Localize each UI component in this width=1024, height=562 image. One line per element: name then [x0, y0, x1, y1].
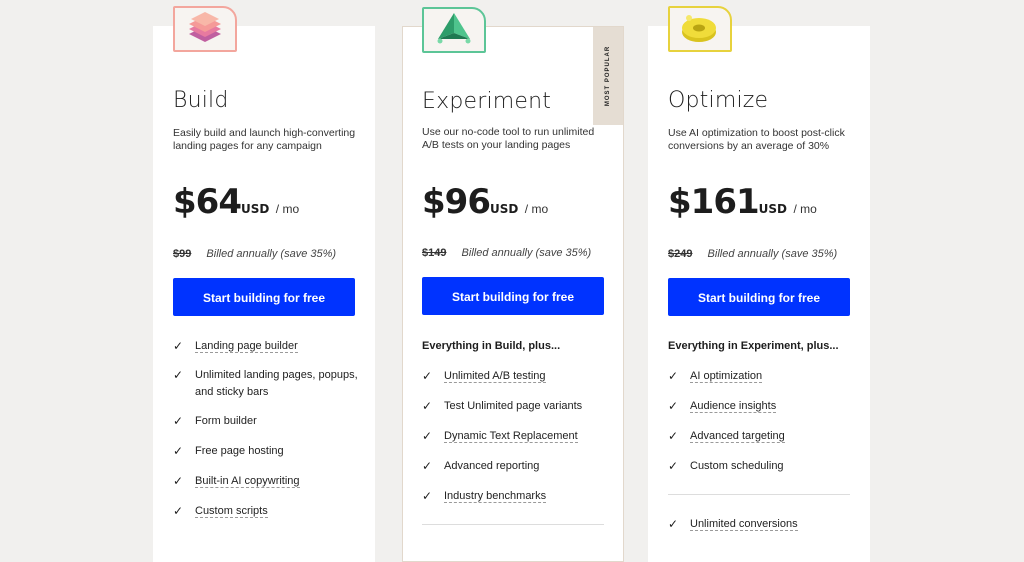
plan-description: Use AI optimization to boost post-click … — [668, 127, 845, 152]
list-item: ✓ AI optimization — [668, 368, 858, 385]
feature-text: Custom scheduling — [690, 460, 784, 472]
currency-label: USD — [489, 202, 519, 216]
feature-link[interactable]: Landing page builder — [195, 340, 298, 353]
billing-note: Billed annually (save 35%) — [461, 247, 592, 259]
list-item: ✓ Free page hosting — [173, 443, 363, 460]
check-icon: ✓ — [668, 399, 679, 413]
check-icon: ✓ — [173, 414, 184, 428]
original-price: $249 — [668, 248, 693, 260]
check-icon: ✓ — [668, 369, 679, 383]
plan-intro: Everything in Experiment, plus... — [668, 340, 839, 352]
feature-list-extra: ✓ Unlimited conversions — [668, 516, 858, 533]
check-icon: ✓ — [173, 368, 184, 382]
most-popular-badge: MOST POPULAR — [593, 27, 623, 125]
currency-label: USD — [758, 202, 787, 216]
list-item: ✓ Unlimited conversions — [668, 516, 858, 533]
plan-name: Optimize — [668, 88, 769, 113]
list-item: ✓ Built-in AI copywriting — [173, 473, 363, 490]
period-label: / mo — [793, 202, 817, 216]
list-item: ✓ Dynamic Text Replacement — [422, 428, 612, 445]
divider — [668, 494, 850, 495]
billing-row: $149 Billed annually (save 35%) — [422, 247, 591, 259]
plan-card-build: Build Easily build and launch high-conve… — [153, 6, 375, 562]
check-icon: ✓ — [422, 369, 433, 383]
check-icon: ✓ — [173, 339, 184, 353]
feature-link[interactable]: Custom scripts — [195, 505, 268, 518]
divider — [422, 524, 604, 525]
start-building-button[interactable]: Start building for free — [173, 278, 355, 316]
feature-text: Advanced reporting — [444, 460, 540, 472]
price-row: $64USD / mo — [173, 182, 299, 222]
list-item: ✓ Landing page builder — [173, 338, 363, 355]
check-icon: ✓ — [173, 504, 184, 518]
plan-card-optimize: Optimize Use AI optimization to boost po… — [648, 6, 870, 562]
feature-text: Form builder — [195, 415, 257, 427]
billing-row: $249 Billed annually (save 35%) — [668, 248, 837, 260]
plan-card-experiment: MOST POPULAR Experiment Use our no-code … — [402, 7, 624, 562]
price-row: $96USD / mo — [422, 182, 548, 222]
feature-list: ✓ AI optimization ✓ Audience insights ✓ Adv… — [668, 368, 858, 475]
list-item: ✓ Audience insights — [668, 398, 858, 415]
start-building-button[interactable]: Start building for free — [422, 277, 604, 315]
check-icon: ✓ — [422, 399, 433, 413]
feature-link[interactable]: Dynamic Text Replacement — [444, 430, 578, 443]
badge-label: MOST POPULAR — [605, 45, 611, 107]
feature-link[interactable]: Built-in AI copywriting — [195, 475, 300, 488]
stacked-layers-icon — [173, 6, 237, 52]
original-price: $149 — [422, 247, 447, 259]
check-icon: ✓ — [422, 489, 433, 503]
check-icon: ✓ — [173, 474, 184, 488]
period-label: / mo — [275, 202, 300, 216]
billing-row: $99 Billed annually (save 35%) — [173, 248, 336, 260]
currency-label: USD — [240, 202, 270, 216]
donut-shape-icon — [668, 6, 732, 52]
check-icon: ✓ — [668, 429, 679, 443]
list-item: ✓ Test Unlimited page variants — [422, 398, 612, 415]
pyramid-icon — [422, 7, 486, 53]
start-building-button[interactable]: Start building for free — [668, 278, 850, 316]
list-item: ✓ Form builder — [173, 413, 363, 430]
feature-text: Free page hosting — [195, 445, 284, 457]
billing-note: Billed annually (save 35%) — [206, 248, 337, 260]
list-item: ✓ Advanced reporting — [422, 458, 612, 475]
check-icon: ✓ — [668, 459, 679, 473]
list-item: ✓ Advanced targeting — [668, 428, 858, 445]
feature-link[interactable]: Unlimited A/B testing — [444, 370, 546, 383]
plan-name: Experiment — [422, 89, 552, 114]
original-price: $99 — [173, 248, 192, 260]
check-icon: ✓ — [422, 459, 433, 473]
feature-text: Unlimited landing pages, popups, and sti… — [195, 369, 358, 398]
price-row: $161USD / mo — [668, 182, 817, 222]
feature-link[interactable]: Advanced targeting — [690, 430, 785, 443]
plan-intro: Everything in Build, plus... — [422, 340, 561, 352]
billing-note: Billed annually (save 35%) — [707, 248, 838, 260]
feature-link[interactable]: Industry benchmarks — [444, 490, 547, 503]
period-label: / mo — [524, 202, 549, 216]
plan-price: $96 — [422, 182, 491, 222]
check-icon: ✓ — [422, 429, 433, 443]
list-item: ✓ Unlimited A/B testing — [422, 368, 612, 385]
plan-price: $64 — [173, 182, 242, 222]
plan-description: Easily build and launch high-converting … — [173, 127, 356, 152]
feature-link[interactable]: Audience insights — [690, 400, 777, 413]
feature-link[interactable]: AI optimization — [690, 370, 763, 383]
check-icon: ✓ — [668, 517, 679, 531]
feature-link[interactable]: Unlimited conversions — [690, 518, 798, 531]
plan-description: Use our no-code tool to run unlimited A/… — [422, 126, 595, 151]
check-icon: ✓ — [173, 444, 184, 458]
plan-name: Build — [173, 88, 229, 113]
list-item: ✓ Unlimited landing pages, popups, and st… — [173, 367, 363, 401]
list-item: ✓ Custom scheduling — [668, 458, 858, 475]
list-item: ✓ Custom scripts — [173, 503, 363, 520]
list-item: ✓ Industry benchmarks — [422, 488, 612, 505]
plan-price: $161 — [668, 182, 760, 222]
feature-text: Test Unlimited page variants — [444, 400, 583, 412]
feature-list: ✓ Landing page builder ✓ Unlimited landing… — [173, 338, 363, 520]
feature-list: ✓ Unlimited A/B testing ✓ Test Unlimited p… — [422, 368, 612, 505]
